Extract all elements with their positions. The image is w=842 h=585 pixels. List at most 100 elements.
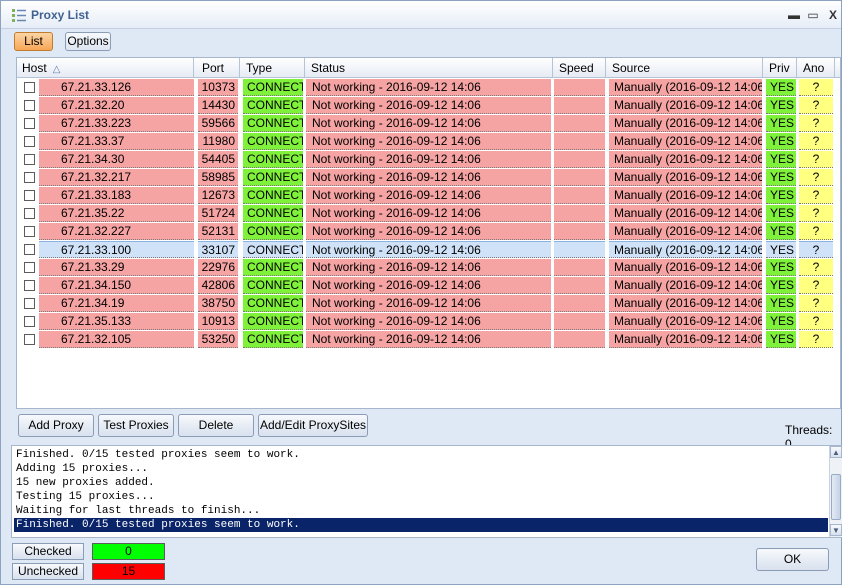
table-row[interactable]: 67.21.33.183 12673 CONNECT Not working - 20… bbox=[17, 187, 840, 205]
log-line[interactable]: Adding 15 proxies... bbox=[14, 462, 828, 476]
source-cell: Manually (2016-09-12 14:06) bbox=[609, 133, 762, 150]
table-row[interactable]: 67.21.35.133 10913 CONNECT Not working - 20… bbox=[17, 313, 840, 331]
host-cell: 67.21.33.100 bbox=[39, 241, 194, 258]
row-checkbox[interactable] bbox=[24, 316, 35, 327]
title-bar[interactable]: Proxy List ▬ ▭ X bbox=[1, 1, 841, 29]
log-line[interactable]: Finished. 0/15 tested proxies seem to wo… bbox=[14, 518, 828, 532]
row-checkbox[interactable] bbox=[24, 82, 35, 93]
scroll-down-arrow-icon[interactable]: ▼ bbox=[830, 524, 842, 536]
column-header-status[interactable]: Status bbox=[306, 58, 553, 78]
speed-cell bbox=[554, 313, 605, 330]
row-checkbox[interactable] bbox=[24, 100, 35, 111]
column-header-priv[interactable]: Priv bbox=[764, 58, 797, 78]
source-cell: Manually (2016-09-12 14:06) bbox=[609, 277, 762, 294]
row-checkbox[interactable] bbox=[24, 280, 35, 291]
type-cell: CONNECT bbox=[243, 223, 303, 240]
ok-button[interactable]: OK bbox=[756, 548, 829, 571]
maximize-button[interactable]: ▭ bbox=[804, 6, 822, 24]
table-row[interactable]: 67.21.32.20 14430 CONNECT Not working - 201… bbox=[17, 97, 840, 115]
row-checkbox[interactable] bbox=[24, 298, 35, 309]
port-cell: 52131 bbox=[198, 223, 238, 240]
checked-label: Checked bbox=[12, 543, 84, 560]
row-checkbox[interactable] bbox=[24, 208, 35, 219]
column-header-ano[interactable]: Ano bbox=[798, 58, 835, 78]
column-header-speed[interactable]: Speed bbox=[554, 58, 606, 78]
table-row[interactable]: 67.21.33.100 33107 CONNECT Not working - 20… bbox=[17, 241, 840, 259]
host-cell: 67.21.33.29 bbox=[39, 259, 194, 276]
row-checkbox[interactable] bbox=[24, 136, 35, 147]
add-edit-proxysites-button[interactable]: Add/Edit ProxySites bbox=[258, 414, 368, 437]
status-cell: Not working - 2016-09-12 14:06 bbox=[306, 187, 551, 204]
ano-cell: ? bbox=[799, 79, 833, 96]
status-cell: Not working - 2016-09-12 14:06 bbox=[306, 241, 551, 258]
speed-cell bbox=[554, 277, 605, 294]
speed-cell bbox=[554, 97, 605, 114]
type-cell: CONNECT bbox=[243, 133, 303, 150]
table-row[interactable]: 67.21.34.30 54405 CONNECT Not working - 201… bbox=[17, 151, 840, 169]
speed-cell bbox=[554, 133, 605, 150]
port-cell: 22976 bbox=[198, 259, 238, 276]
port-cell: 42806 bbox=[198, 277, 238, 294]
speed-cell bbox=[554, 205, 605, 222]
host-cell: 67.21.33.223 bbox=[39, 115, 194, 132]
source-cell: Manually (2016-09-12 14:06) bbox=[609, 151, 762, 168]
speed-cell bbox=[554, 115, 605, 132]
row-checkbox[interactable] bbox=[24, 154, 35, 165]
priv-cell: YES bbox=[766, 259, 796, 276]
grid-header: Host △ Port Type Status Speed Source Priv… bbox=[17, 58, 840, 78]
log-line[interactable]: 15 new proxies added. bbox=[14, 476, 828, 490]
row-checkbox[interactable] bbox=[24, 172, 35, 183]
tab-options[interactable]: Options bbox=[65, 32, 111, 51]
scroll-thumb[interactable] bbox=[831, 474, 841, 520]
tab-list[interactable]: List bbox=[14, 32, 53, 51]
add-proxy-button[interactable]: Add Proxy bbox=[18, 414, 94, 437]
row-checkbox[interactable] bbox=[24, 244, 35, 255]
close-button[interactable]: X bbox=[824, 6, 842, 24]
priv-cell: YES bbox=[766, 313, 796, 330]
table-row[interactable]: 67.21.34.19 38750 CONNECT Not working - 201… bbox=[17, 295, 840, 313]
row-checkbox[interactable] bbox=[24, 226, 35, 237]
table-row[interactable]: 67.21.32.227 52131 CONNECT Not working - 20… bbox=[17, 223, 840, 241]
log-line[interactable]: Finished. 0/15 tested proxies seem to wo… bbox=[14, 448, 828, 462]
priv-cell: YES bbox=[766, 187, 796, 204]
column-header-host[interactable]: Host △ bbox=[17, 58, 194, 78]
row-checkbox[interactable] bbox=[24, 334, 35, 345]
priv-cell: YES bbox=[766, 205, 796, 222]
column-header-port[interactable]: Port bbox=[197, 58, 240, 78]
minimize-button[interactable]: ▬ bbox=[785, 6, 803, 24]
source-cell: Manually (2016-09-12 14:06) bbox=[609, 295, 762, 312]
column-header-source[interactable]: Source bbox=[607, 58, 763, 78]
ano-cell: ? bbox=[799, 313, 833, 330]
port-cell: 10913 bbox=[198, 313, 238, 330]
speed-cell bbox=[554, 79, 605, 96]
table-row[interactable]: 67.21.33.37 11980 CONNECT Not working - 201… bbox=[17, 133, 840, 151]
type-cell: CONNECT bbox=[243, 295, 303, 312]
type-cell: CONNECT bbox=[243, 259, 303, 276]
speed-cell bbox=[554, 169, 605, 186]
window-title: Proxy List bbox=[31, 8, 90, 22]
row-checkbox[interactable] bbox=[24, 262, 35, 273]
unchecked-label: Unchecked bbox=[12, 563, 84, 580]
speed-cell bbox=[554, 151, 605, 168]
table-row[interactable]: 67.21.33.223 59566 CONNECT Not working - 20… bbox=[17, 115, 840, 133]
proxy-grid[interactable]: Host △ Port Type Status Speed Source Priv… bbox=[16, 57, 841, 409]
delete-button[interactable]: Delete bbox=[178, 414, 254, 437]
table-row[interactable]: 67.21.33.126 10373 CONNECT Not working - 20… bbox=[17, 79, 840, 97]
table-row[interactable]: 67.21.35.22 51724 CONNECT Not working - 201… bbox=[17, 205, 840, 223]
column-header-type[interactable]: Type bbox=[241, 58, 305, 78]
log-panel[interactable]: Finished. 0/15 tested proxies seem to wo… bbox=[11, 445, 842, 538]
row-checkbox[interactable] bbox=[24, 190, 35, 201]
test-proxies-button[interactable]: Test Proxies bbox=[98, 414, 174, 437]
speed-cell bbox=[554, 223, 605, 240]
log-scrollbar[interactable]: ▲ ▼ bbox=[829, 446, 842, 537]
log-line[interactable]: Testing 15 proxies... bbox=[14, 490, 828, 504]
table-row[interactable]: 67.21.33.29 22976 CONNECT Not working - 201… bbox=[17, 259, 840, 277]
scroll-up-arrow-icon[interactable]: ▲ bbox=[830, 446, 842, 458]
table-row[interactable]: 67.21.34.150 42806 CONNECT Not working - 20… bbox=[17, 277, 840, 295]
row-checkbox[interactable] bbox=[24, 118, 35, 129]
host-cell: 67.21.33.126 bbox=[39, 79, 194, 96]
table-row[interactable]: 67.21.32.105 53250 CONNECT Not working - 20… bbox=[17, 331, 840, 349]
table-row[interactable]: 67.21.32.217 58985 CONNECT Not working - 20… bbox=[17, 169, 840, 187]
log-line[interactable]: Waiting for last threads to finish... bbox=[14, 504, 828, 518]
ano-cell: ? bbox=[799, 115, 833, 132]
